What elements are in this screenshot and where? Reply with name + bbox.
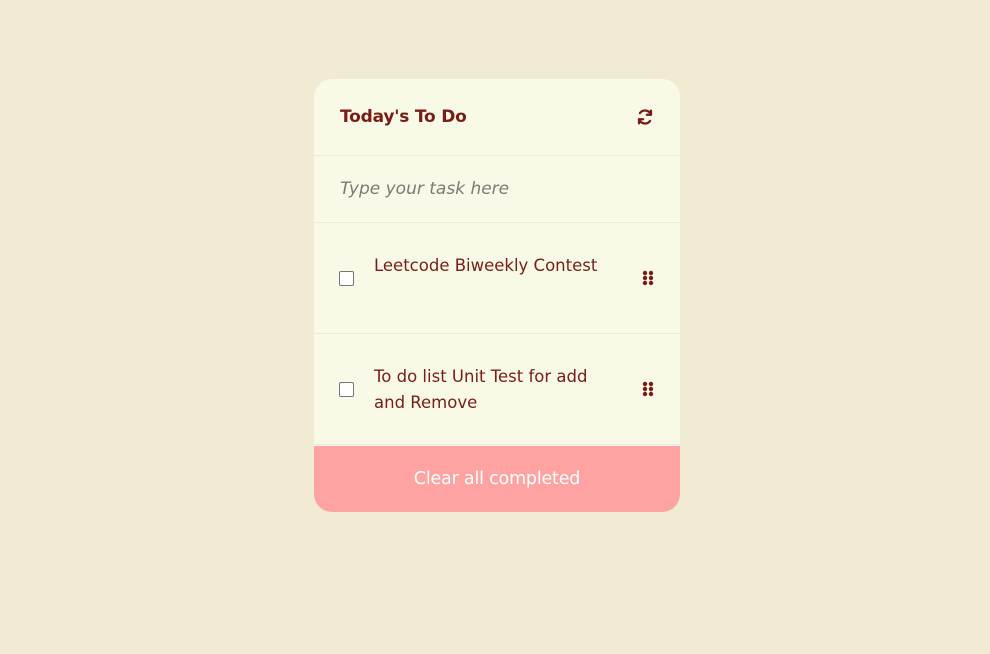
drag-handle-icon [642,381,654,397]
drag-handle[interactable] [642,270,654,286]
task-text: Leetcode Biweekly Contest [374,256,598,275]
task-text: To do list Unit Test for add and Remove [374,367,588,412]
task-item: To do list Unit Test for add and Remove [314,334,680,445]
refresh-button[interactable] [634,106,656,128]
task-input-row [314,156,680,223]
drag-handle[interactable] [642,381,654,397]
refresh-icon [637,109,653,125]
task-checkbox[interactable] [339,381,354,397]
todo-card: Today's To Do Leetcode Biweekly Contest [314,79,680,512]
drag-handle-icon [642,270,654,286]
card-header: Today's To Do [314,79,680,156]
clear-completed-label: Clear all completed [413,469,581,489]
page-title: Today's To Do [340,107,467,127]
task-checkbox[interactable] [339,270,354,286]
task-item: Leetcode Biweekly Contest [314,223,680,334]
task-input[interactable] [340,179,654,199]
clear-completed-button[interactable]: Clear all completed [314,446,680,512]
